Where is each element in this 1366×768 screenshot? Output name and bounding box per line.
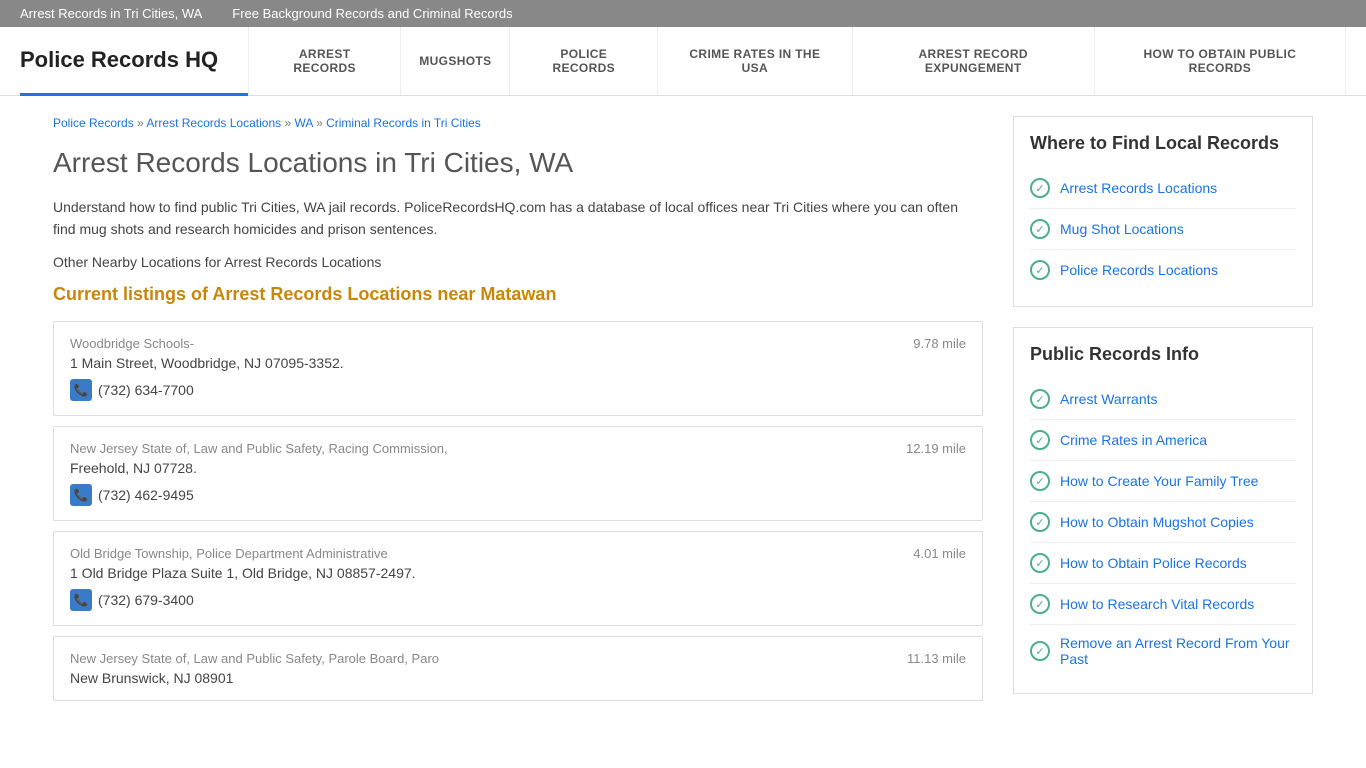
topbar-link1[interactable]: Arrest Records in Tri Cities, WA [20,6,202,21]
sidebar-link-police-records-obtain[interactable]: ✓ How to Obtain Police Records [1030,543,1296,584]
sidebar-section2-title: Public Records Info [1030,344,1296,365]
location-card: Woodbridge Schools- 9.78 mile 1 Main Str… [53,321,983,416]
topbar-link2[interactable]: Free Background Records and Criminal Rec… [232,6,512,21]
section-heading: Current listings of Arrest Records Locat… [53,284,983,305]
location-name: New Jersey State of, Law and Public Safe… [70,441,448,456]
breadcrumb: Police Records » Arrest Records Location… [53,116,983,130]
sidebar-link-vital-records[interactable]: ✓ How to Research Vital Records [1030,584,1296,625]
nav-crime-rates[interactable]: CRIME RATES IN THE USA [658,27,853,95]
location-phone: 📞 (732) 462-9495 [70,484,966,506]
check-icon: ✓ [1030,178,1050,198]
sidebar-public-records-info: Public Records Info ✓ Arrest Warrants ✓ … [1013,327,1313,694]
location-distance: 12.19 mile [906,441,966,456]
location-phone: 📞 (732) 679-3400 [70,589,966,611]
location-card: New Jersey State of, Law and Public Safe… [53,636,983,701]
breadcrumb-tri-cities[interactable]: Criminal Records in Tri Cities [326,116,481,130]
nav-police-records[interactable]: POLICE RECORDS [510,27,658,95]
location-address: 1 Main Street, Woodbridge, NJ 07095-3352… [70,355,966,371]
sidebar: Where to Find Local Records ✓ Arrest Rec… [1013,116,1313,714]
site-logo[interactable]: Police Records HQ [20,27,248,96]
main-nav: ARREST RECORDS MUGSHOTS POLICE RECORDS C… [248,27,1346,95]
check-icon: ✓ [1030,430,1050,450]
location-phone: 📞 (732) 634-7700 [70,379,966,401]
location-distance: 11.13 mile [907,651,966,666]
check-icon: ✓ [1030,641,1050,661]
phone-icon: 📞 [70,589,92,611]
sidebar-link-arrest-warrants[interactable]: ✓ Arrest Warrants [1030,379,1296,420]
sidebar-link-police-records[interactable]: ✓ Police Records Locations [1030,250,1296,290]
breadcrumb-arrest-locations[interactable]: Arrest Records Locations [146,116,281,130]
nav-expungement[interactable]: ARREST RECORD EXPUNGEMENT [853,27,1095,95]
sidebar-link-crime-rates[interactable]: ✓ Crime Rates in America [1030,420,1296,461]
phone-icon: 📞 [70,484,92,506]
header: Police Records HQ ARREST RECORDS MUGSHOT… [0,27,1366,96]
location-card: Old Bridge Township, Police Department A… [53,531,983,626]
location-address: New Brunswick, NJ 08901 [70,670,966,686]
breadcrumb-police-records[interactable]: Police Records [53,116,134,130]
location-list: Woodbridge Schools- 9.78 mile 1 Main Str… [53,321,983,701]
breadcrumb-wa[interactable]: WA [295,116,313,130]
phone-icon: 📞 [70,379,92,401]
location-distance: 9.78 mile [913,336,966,351]
sidebar-link-arrest-locations[interactable]: ✓ Arrest Records Locations [1030,168,1296,209]
sidebar-link-remove-arrest[interactable]: ✓ Remove an Arrest Record From Your Past [1030,625,1296,677]
location-distance: 4.01 mile [913,546,966,561]
nearby-text: Other Nearby Locations for Arrest Record… [53,254,983,270]
sidebar-link-family-tree[interactable]: ✓ How to Create Your Family Tree [1030,461,1296,502]
intro-text: Understand how to find public Tri Cities… [53,196,983,241]
sidebar-link-mug-shots[interactable]: ✓ Mug Shot Locations [1030,209,1296,250]
check-icon: ✓ [1030,512,1050,532]
nav-arrest-records[interactable]: ARREST RECORDS [248,27,401,95]
location-name: New Jersey State of, Law and Public Safe… [70,651,439,666]
check-icon: ✓ [1030,553,1050,573]
nav-obtain-records[interactable]: HOW TO OBTAIN PUBLIC RECORDS [1095,27,1346,95]
location-address: 1 Old Bridge Plaza Suite 1, Old Bridge, … [70,565,966,581]
sidebar-section1-title: Where to Find Local Records [1030,133,1296,154]
page-title: Arrest Records Locations in Tri Cities, … [53,146,983,180]
page-container: Police Records » Arrest Records Location… [33,96,1333,734]
nav-mugshots[interactable]: MUGSHOTS [401,27,510,95]
main-content: Police Records » Arrest Records Location… [53,116,983,714]
location-name: Woodbridge Schools- [70,336,194,351]
check-icon: ✓ [1030,389,1050,409]
location-card: New Jersey State of, Law and Public Safe… [53,426,983,521]
sidebar-where-to-find: Where to Find Local Records ✓ Arrest Rec… [1013,116,1313,307]
check-icon: ✓ [1030,260,1050,280]
check-icon: ✓ [1030,471,1050,491]
check-icon: ✓ [1030,594,1050,614]
check-icon: ✓ [1030,219,1050,239]
top-bar: Arrest Records in Tri Cities, WA Free Ba… [0,0,1366,27]
location-address: Freehold, NJ 07728. [70,460,966,476]
location-name: Old Bridge Township, Police Department A… [70,546,388,561]
sidebar-link-mugshot-copies[interactable]: ✓ How to Obtain Mugshot Copies [1030,502,1296,543]
